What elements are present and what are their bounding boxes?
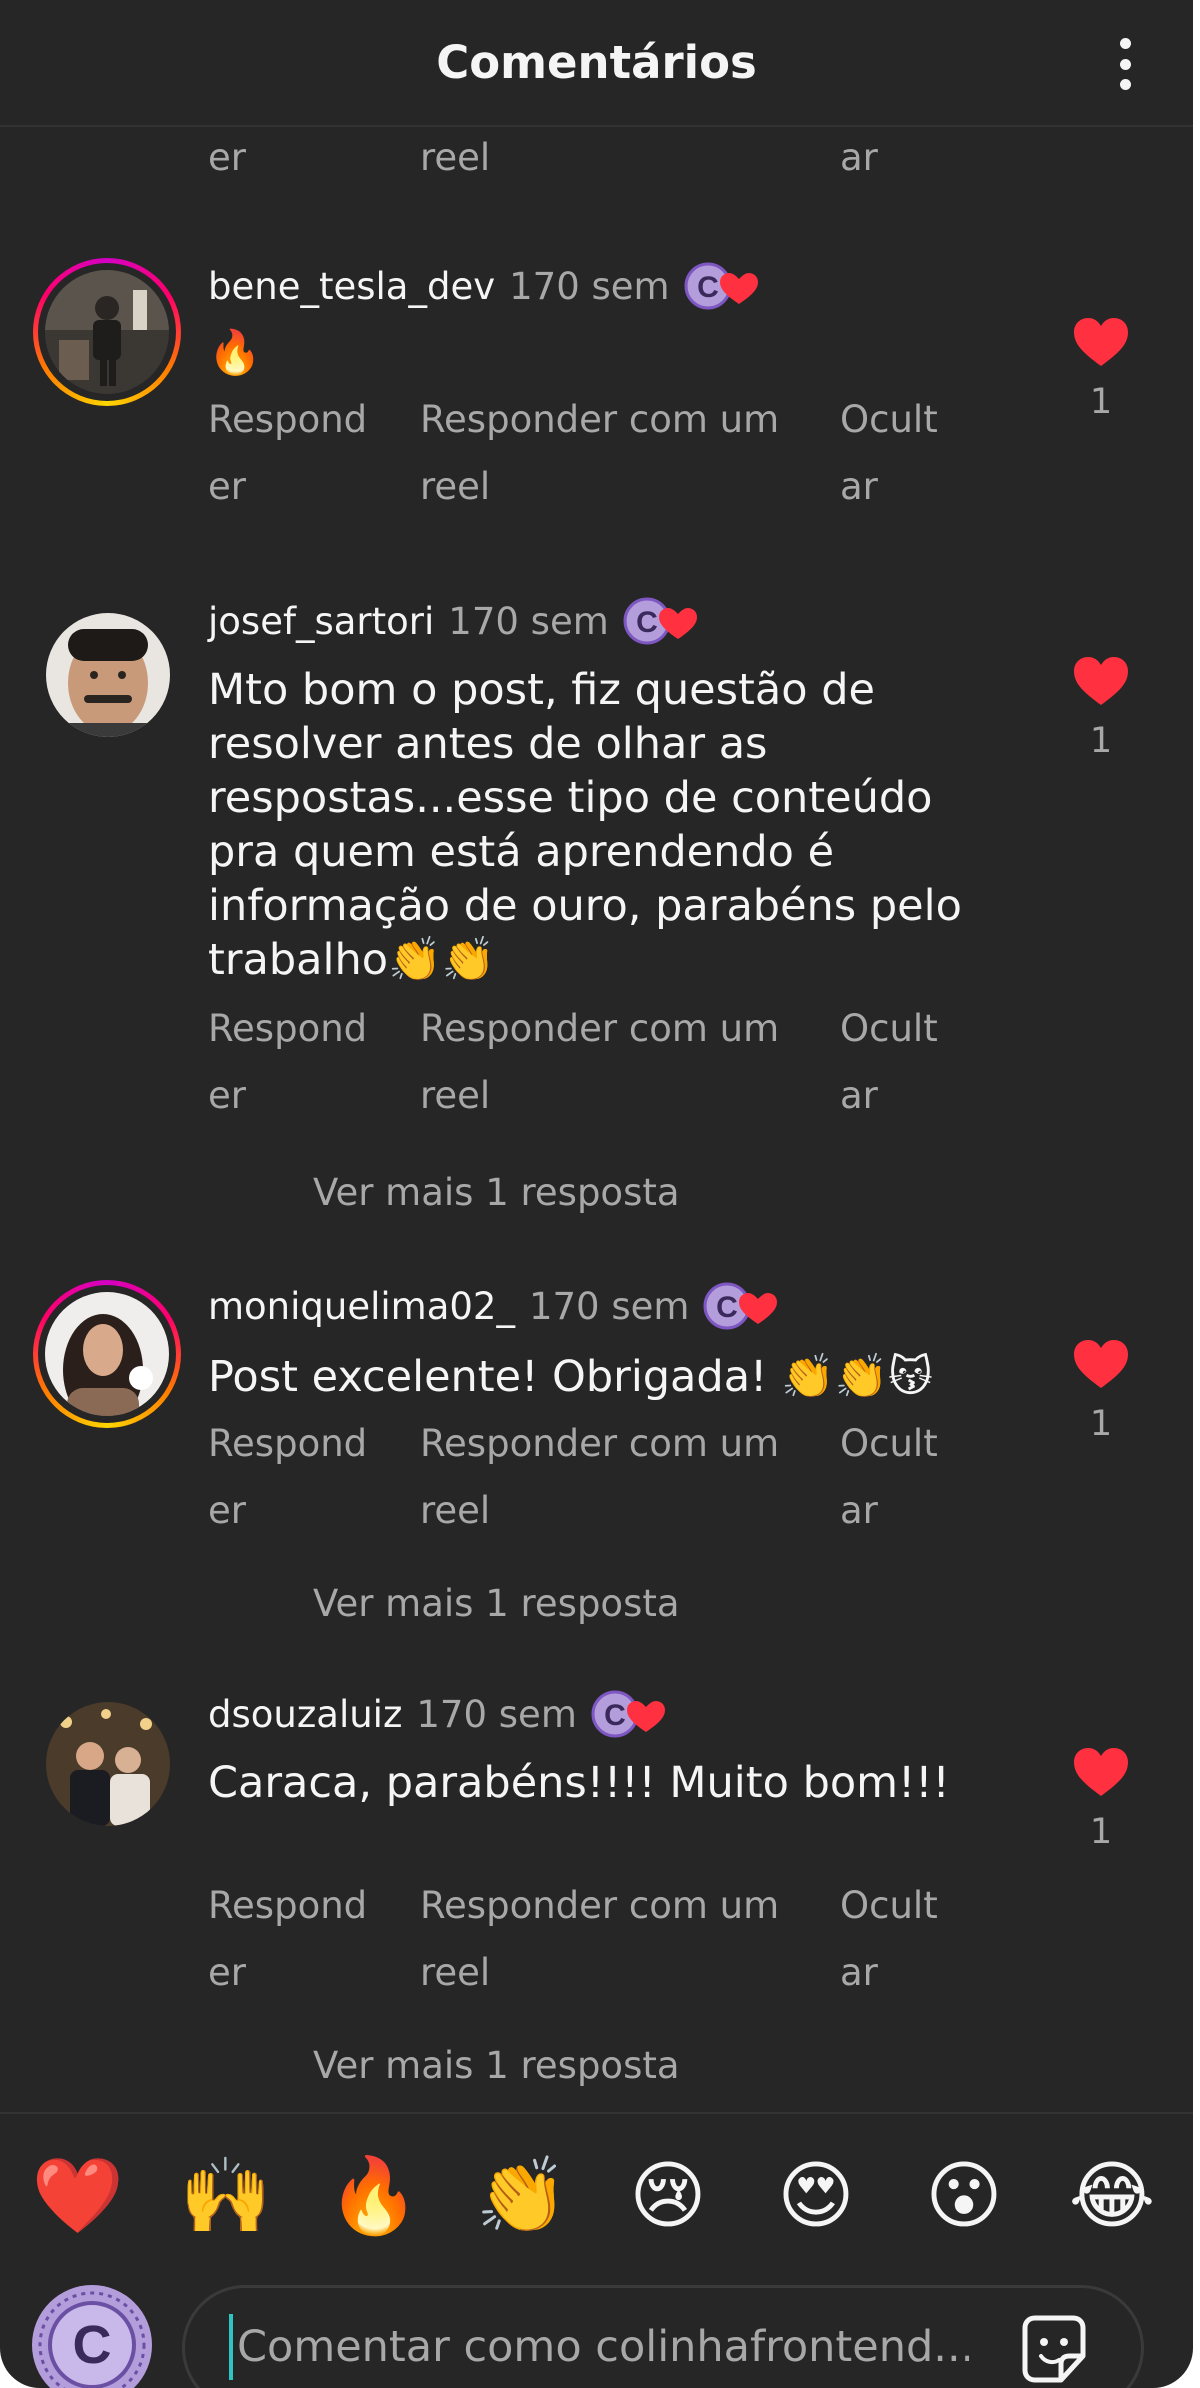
comment-meta: josef_sartori 170 sem C — [208, 595, 697, 647]
clapping-emoji-button[interactable]: 👏 — [472, 2146, 572, 2246]
like-count: 1 — [1089, 721, 1113, 761]
reply-button[interactable]: er — [208, 124, 383, 191]
hide-button[interactable]: Ocult ar — [840, 386, 960, 520]
creator-liked-icon: C — [703, 1280, 778, 1332]
hide-button[interactable]: ar — [840, 124, 960, 191]
view-more-replies-button[interactable]: Ver mais 1 resposta — [313, 1582, 680, 1625]
story-ring[interactable] — [33, 258, 181, 406]
comment-actions-partial: er reel ar — [208, 124, 968, 234]
heart-emoji-button[interactable]: ❤️ — [28, 2146, 128, 2246]
username[interactable]: josef_sartori — [208, 600, 434, 643]
comment-text: Caraca, parabéns!!!! Muito bom!!! — [208, 1758, 950, 1808]
comment-text: Post excelente! Obrigada! 👏👏😽 — [208, 1352, 933, 1402]
heart-icon[interactable] — [1072, 655, 1130, 707]
like-button[interactable]: 1 — [1070, 1746, 1132, 1852]
like-count: 1 — [1089, 1812, 1113, 1852]
comment-input[interactable] — [229, 2314, 969, 2380]
like-button[interactable]: 1 — [1070, 1338, 1132, 1444]
story-ring[interactable] — [33, 1280, 181, 1428]
comment-actions: Respond er Responder com um reel Ocult a… — [208, 1872, 968, 1994]
reply-button[interactable]: Respond er — [208, 995, 383, 1129]
crying-emoji-button[interactable]: 😢 — [618, 2146, 718, 2246]
header: Comentários — [0, 0, 1193, 127]
comment-text: 🔥 — [208, 328, 262, 378]
view-more-replies-button[interactable]: Ver mais 1 resposta — [313, 1171, 680, 1214]
fire-emoji-button[interactable]: 🔥 — [324, 2146, 424, 2246]
avatar[interactable] — [46, 1702, 170, 1826]
comment-actions: Respond er Responder com um reel Ocult a… — [208, 995, 968, 1117]
heart-icon[interactable] — [1072, 1746, 1130, 1798]
username[interactable]: moniquelima02_ — [208, 1285, 515, 1328]
comment-composer — [182, 2285, 1144, 2388]
page-title: Comentários — [436, 36, 757, 89]
raising-hands-emoji-button[interactable]: 🙌 — [176, 2146, 276, 2246]
view-more-replies-button[interactable]: Ver mais 1 resposta — [313, 2044, 680, 2087]
heart-eyes-emoji-button[interactable]: 😍 — [766, 2146, 866, 2246]
hide-button[interactable]: Ocult ar — [840, 1410, 960, 1544]
svg-text:C: C — [636, 606, 658, 639]
svg-text:C: C — [717, 1291, 739, 1324]
laughing-emoji-button[interactable]: 😂 — [1062, 2146, 1162, 2246]
comment-meta: moniquelima02_ 170 sem C — [208, 1280, 778, 1332]
more-vertical-icon[interactable] — [1115, 34, 1135, 94]
surprised-emoji-button[interactable]: 😮 — [914, 2146, 1014, 2246]
reply-reel-button[interactable]: Responder com um reel — [420, 995, 840, 1129]
username[interactable]: dsouzaluiz — [208, 1693, 402, 1736]
sticker-icon[interactable] — [1015, 2310, 1093, 2388]
like-button[interactable]: 1 — [1070, 655, 1132, 761]
reply-button[interactable]: Respond er — [208, 1410, 383, 1544]
reply-reel-button[interactable]: reel — [420, 124, 840, 191]
heart-icon[interactable] — [1072, 1338, 1130, 1390]
hide-button[interactable]: Ocult ar — [840, 1872, 960, 2006]
svg-text:C: C — [73, 2315, 112, 2375]
creator-liked-icon: C — [623, 595, 697, 647]
like-count: 1 — [1089, 1404, 1113, 1444]
avatar — [45, 270, 169, 394]
avatar[interactable] — [46, 613, 170, 737]
comment-actions: Respond er Responder com um reel Ocult a… — [208, 386, 968, 508]
comment-meta: dsouzaluiz 170 sem C — [208, 1688, 665, 1740]
svg-text:C: C — [604, 1699, 626, 1732]
creator-liked-icon: C — [591, 1688, 665, 1740]
comments-screen: Comentários er reel ar bene_tesla_dev 17… — [0, 0, 1193, 2388]
reply-reel-button[interactable]: Responder com um reel — [420, 386, 840, 520]
avatar — [45, 1292, 169, 1416]
heart-icon[interactable] — [1072, 316, 1130, 368]
reply-button[interactable]: Respond er — [208, 1872, 383, 2006]
reply-button[interactable]: Respond er — [208, 386, 383, 520]
comment-actions: Respond er Responder com um reel Ocult a… — [208, 1410, 968, 1532]
reply-reel-button[interactable]: Responder com um reel — [420, 1410, 840, 1544]
current-user-avatar: C — [30, 2283, 154, 2388]
comment-text: Mto bom o post, fiz questão de resolver … — [208, 665, 962, 985]
timestamp: 170 sem — [509, 264, 670, 308]
svg-text:C: C — [697, 271, 719, 304]
comment-meta: bene_tesla_dev 170 sem C — [208, 260, 758, 312]
like-count: 1 — [1089, 382, 1113, 422]
creator-liked-icon: C — [684, 260, 758, 312]
emoji-reaction-bar: ❤️ 🙌 🔥 👏 😢 😍 😮 😂 — [0, 2112, 1193, 2282]
timestamp: 170 sem — [528, 1284, 690, 1328]
username[interactable]: bene_tesla_dev — [208, 265, 495, 308]
timestamp: 170 sem — [416, 1692, 577, 1736]
timestamp: 170 sem — [448, 599, 609, 643]
reply-reel-button[interactable]: Responder com um reel — [420, 1872, 840, 2006]
hide-button[interactable]: Ocult ar — [840, 995, 960, 1129]
like-button[interactable]: 1 — [1070, 316, 1132, 422]
